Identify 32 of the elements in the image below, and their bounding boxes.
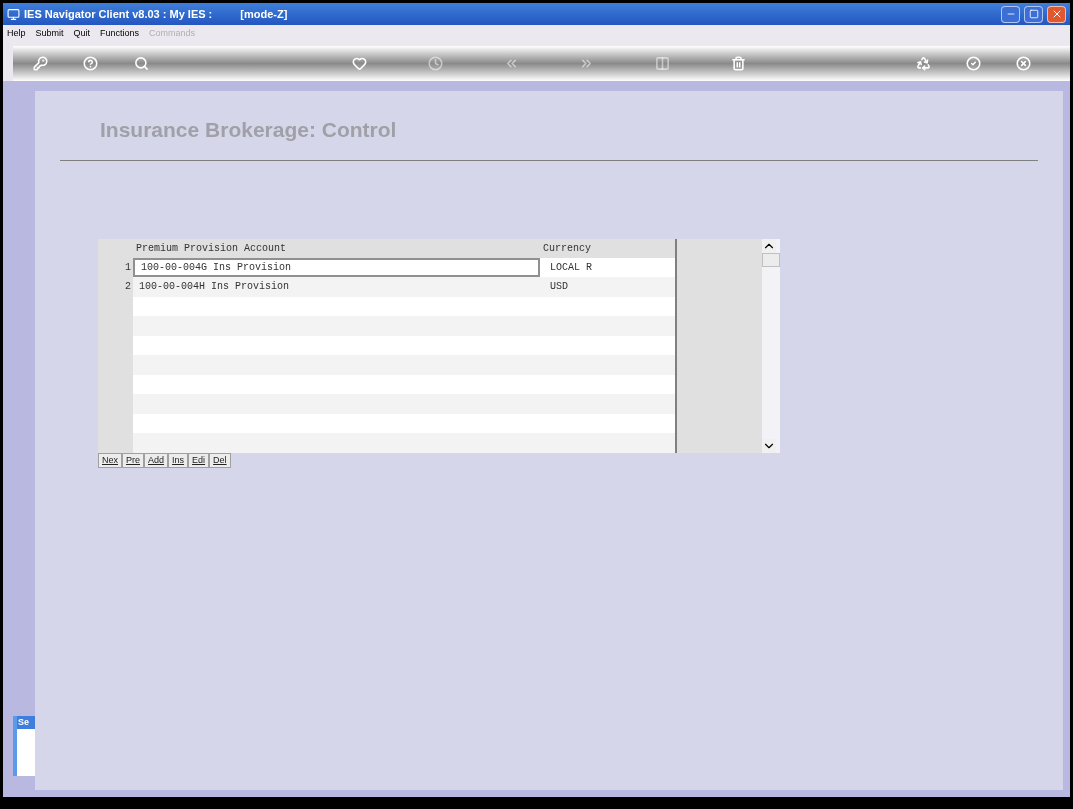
column-header: Premium Provision Account: [135, 241, 288, 256]
app-icon: [7, 7, 20, 21]
minimize-button[interactable]: [1001, 5, 1020, 23]
currency-cell-text: USD: [549, 280, 568, 295]
heart-icon[interactable]: [352, 56, 368, 71]
search-icon[interactable]: [133, 56, 149, 71]
key-icon[interactable]: [33, 56, 48, 71]
maximize-icon: [1028, 9, 1039, 19]
check-circle-icon[interactable]: [965, 56, 981, 71]
window-mode: [mode-Z]: [240, 6, 288, 22]
close-circle-icon[interactable]: [1016, 56, 1032, 71]
menu-item[interactable]: Functions: [100, 27, 140, 41]
currency-cell-text: LOCAL R: [549, 260, 592, 275]
menu-item[interactable]: Quit: [73, 27, 91, 41]
row-number: 2: [125, 280, 131, 295]
background-window-title: Se: [17, 716, 35, 729]
scrollbar[interactable]: [762, 238, 780, 453]
help-icon[interactable]: [83, 56, 99, 71]
account-cell[interactable]: 100-00-004H Ins Provision: [133, 277, 540, 297]
scroll-up-icon[interactable]: [762, 238, 776, 253]
menu-item[interactable]: Submit: [35, 27, 64, 41]
recycle-icon[interactable]: [915, 56, 931, 71]
page-title: Insurance Brokerage: Control: [100, 117, 398, 143]
menu-item[interactable]: Help: [7, 27, 26, 41]
close-button[interactable]: [1047, 5, 1066, 23]
window-title: IES Navigator Client v8.03 : My IES :: [24, 6, 213, 22]
trash-icon[interactable]: [730, 56, 746, 71]
row-number: 1: [125, 260, 131, 275]
account-cell[interactable]: 100-00-004G Ins Provision: [133, 257, 540, 277]
column-header: Currency: [542, 241, 591, 256]
scroll-down-icon[interactable]: [762, 438, 776, 453]
maximize-button[interactable]: [1024, 5, 1043, 23]
